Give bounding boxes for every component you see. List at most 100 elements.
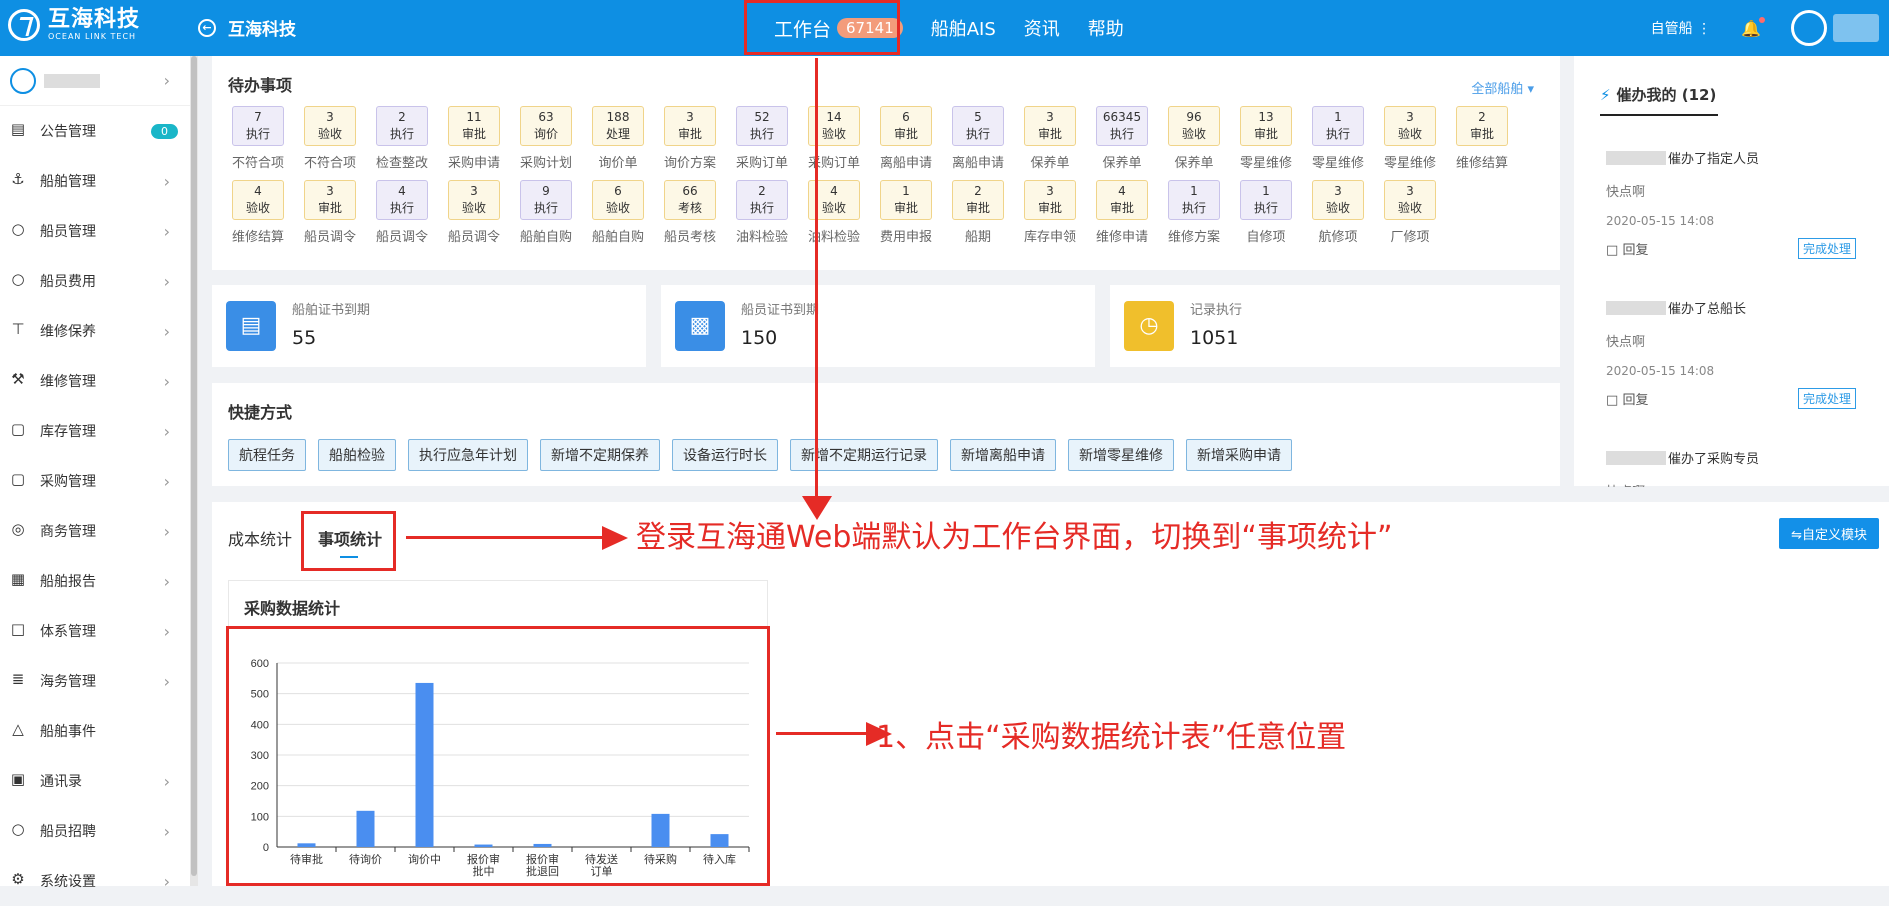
quick-button[interactable]: 设备运行时长 xyxy=(672,439,778,471)
stat-record-exec[interactable]: ◷ 记录执行 1051 xyxy=(1110,285,1560,367)
todo-count-box[interactable]: 11 审批 xyxy=(448,106,500,146)
stat-ship-cert[interactable]: ▤ 船舶证书到期 55 xyxy=(212,285,646,367)
nav-ship-ais[interactable]: 船舶AIS xyxy=(931,15,996,41)
todo-count-box[interactable]: 4 审批 xyxy=(1096,180,1148,220)
quick-button[interactable]: 新增离船申请 xyxy=(950,439,1056,471)
todo-count-box[interactable]: 52 执行 xyxy=(736,106,788,146)
todo-count-box[interactable]: 13 审批 xyxy=(1240,106,1292,146)
todo-count-box[interactable]: 1 审批 xyxy=(880,180,932,220)
todo-count-box[interactable]: 5 执行 xyxy=(952,106,1004,146)
sidebar-item[interactable]: ≣ 海务管理 › xyxy=(0,656,190,706)
customize-module-button[interactable]: ⇋自定义模块 xyxy=(1779,518,1879,549)
todo-item[interactable]: 3 审批 保养单 xyxy=(1014,106,1086,180)
todo-item[interactable]: 3 审批 船员调令 xyxy=(294,180,366,254)
todo-count-box[interactable]: 2 审批 xyxy=(952,180,1004,220)
todo-count-box[interactable]: 3 审批 xyxy=(664,106,716,146)
todo-item[interactable]: 4 执行 船员调令 xyxy=(366,180,438,254)
todo-count-box[interactable]: 3 验收 xyxy=(448,180,500,220)
todo-count-box[interactable]: 96 验收 xyxy=(1168,106,1220,146)
todo-item[interactable]: 2 审批 维修结算 xyxy=(1446,106,1518,180)
todo-count-box[interactable]: 7 执行 xyxy=(232,106,284,146)
sidebar-item[interactable]: ○ 船员招聘 › xyxy=(0,806,190,856)
todo-item[interactable]: 13 审批 零星维修 xyxy=(1230,106,1302,180)
todo-count-box[interactable]: 2 审批 xyxy=(1456,106,1508,146)
todo-count-box[interactable]: 3 审批 xyxy=(1024,180,1076,220)
todo-count-box[interactable]: 1 执行 xyxy=(1312,106,1364,146)
nav-help[interactable]: 帮助 xyxy=(1088,15,1124,41)
stat-crew-cert[interactable]: ▩ 船员证书到期 150 xyxy=(661,285,1095,367)
quick-button[interactable]: 新增不定期运行记录 xyxy=(790,439,938,471)
user-menu[interactable]: 自管船 ⋮ xyxy=(1651,18,1711,38)
quick-button[interactable]: 执行应急年计划 xyxy=(408,439,528,471)
sidebar-item[interactable]: ◎ 商务管理 › xyxy=(0,506,190,556)
back-link[interactable]: ← 互海科技 xyxy=(198,15,296,40)
bell-icon[interactable]: 🔔 xyxy=(1741,16,1765,38)
todo-item[interactable]: 9 执行 船舶自购 xyxy=(510,180,582,254)
todo-item[interactable]: 1 执行 维修方案 xyxy=(1158,180,1230,254)
todo-item[interactable]: 188 处理 询价单 xyxy=(582,106,654,180)
todo-item[interactable]: 66 考核 船员考核 xyxy=(654,180,726,254)
todo-item[interactable]: 7 执行 不符合项 xyxy=(222,106,294,180)
complete-button[interactable]: 完成处理 xyxy=(1797,388,1856,409)
todo-item[interactable]: 1 执行 自修项 xyxy=(1230,180,1302,254)
todo-item[interactable]: 1 审批 费用申报 xyxy=(870,180,942,254)
quick-button[interactable]: 航程任务 xyxy=(228,439,306,471)
avatar[interactable] xyxy=(1791,10,1827,46)
sidebar-item[interactable]: ▢ 库存管理 › xyxy=(0,406,190,456)
todo-count-box[interactable]: 1 执行 xyxy=(1240,180,1292,220)
todo-count-box[interactable]: 63 询价 xyxy=(520,106,572,146)
todo-item[interactable]: 6 验收 船舶自购 xyxy=(582,180,654,254)
sidebar-item[interactable]: ○ 船员费用 › xyxy=(0,256,190,306)
nav-news[interactable]: 资讯 xyxy=(1024,15,1060,41)
todo-count-box[interactable]: 1 执行 xyxy=(1168,180,1220,220)
todo-item[interactable]: 66345 执行 保养单 xyxy=(1086,106,1158,180)
sidebar-item[interactable]: △ 船舶事件 xyxy=(0,706,190,756)
sidebar-item[interactable]: ▣ 通讯录 › xyxy=(0,756,190,806)
todo-item[interactable]: 14 验收 采购订单 xyxy=(798,106,870,180)
sidebar-item[interactable]: ○ 船员管理 › xyxy=(0,206,190,256)
todo-count-box[interactable]: 4 执行 xyxy=(376,180,428,220)
todo-item[interactable]: 6 审批 离船申请 xyxy=(870,106,942,180)
todo-item[interactable]: 3 审批 库存申领 xyxy=(1014,180,1086,254)
todo-item[interactable]: 3 验收 不符合项 xyxy=(294,106,366,180)
todo-count-box[interactable]: 66 考核 xyxy=(664,180,716,220)
todo-count-box[interactable]: 66345 执行 xyxy=(1096,106,1148,146)
todo-item[interactable]: 3 验收 航修项 xyxy=(1302,180,1374,254)
todo-count-box[interactable]: 6 验收 xyxy=(592,180,644,220)
todo-item[interactable]: 96 验收 保养单 xyxy=(1158,106,1230,180)
todo-count-box[interactable]: 9 执行 xyxy=(520,180,572,220)
todo-item[interactable]: 5 执行 离船申请 xyxy=(942,106,1014,180)
todo-count-box[interactable]: 3 验收 xyxy=(1384,180,1436,220)
todo-item[interactable]: 52 执行 采购订单 xyxy=(726,106,798,180)
todo-item[interactable]: 1 执行 零星维修 xyxy=(1302,106,1374,180)
todo-item[interactable]: 4 验收 维修结算 xyxy=(222,180,294,254)
todo-count-box[interactable]: 6 审批 xyxy=(880,106,932,146)
todo-item[interactable]: 3 验收 船员调令 xyxy=(438,180,510,254)
sidebar-item[interactable]: ▤ 公告管理 0 xyxy=(0,106,190,156)
todo-count-box[interactable]: 2 执行 xyxy=(736,180,788,220)
todo-count-box[interactable]: 2 执行 xyxy=(376,106,428,146)
todo-count-box[interactable]: 3 验收 xyxy=(1312,180,1364,220)
todo-item[interactable]: 4 审批 维修申请 xyxy=(1086,180,1158,254)
todo-item[interactable]: 2 执行 油料检验 xyxy=(726,180,798,254)
sidebar-item[interactable]: ▢ 采购管理 › xyxy=(0,456,190,506)
todo-count-box[interactable]: 3 验收 xyxy=(1384,106,1436,146)
tab-cost-stats[interactable]: 成本统计 xyxy=(228,526,292,550)
todo-count-box[interactable]: 4 验收 xyxy=(232,180,284,220)
todo-count-box[interactable]: 3 审批 xyxy=(1024,106,1076,146)
all-ships-dropdown[interactable]: 全部船舶 ▾ xyxy=(1471,78,1534,97)
quick-button[interactable]: 新增零星维修 xyxy=(1068,439,1174,471)
quick-button[interactable]: 新增不定期保养 xyxy=(540,439,660,471)
todo-count-box[interactable]: 3 审批 xyxy=(304,180,356,220)
sidebar-item[interactable]: ⚓ 船舶管理 › xyxy=(0,156,190,206)
todo-item[interactable]: 11 审批 采购申请 xyxy=(438,106,510,180)
sidebar-scrollbar[interactable] xyxy=(190,56,198,886)
todo-count-box[interactable]: 3 验收 xyxy=(304,106,356,146)
todo-item[interactable]: 2 审批 船期 xyxy=(942,180,1014,254)
reply-link[interactable]: □ 回复 xyxy=(1606,239,1648,258)
sidebar-account[interactable]: › xyxy=(0,56,190,106)
sidebar-item[interactable]: ⚒ 维修管理 › xyxy=(0,356,190,406)
sidebar-item[interactable]: ⚙ 系统设置 › xyxy=(0,856,190,906)
sidebar-item[interactable]: ▦ 船舶报告 › xyxy=(0,556,190,606)
todo-item[interactable]: 3 验收 零星维修 xyxy=(1374,106,1446,180)
